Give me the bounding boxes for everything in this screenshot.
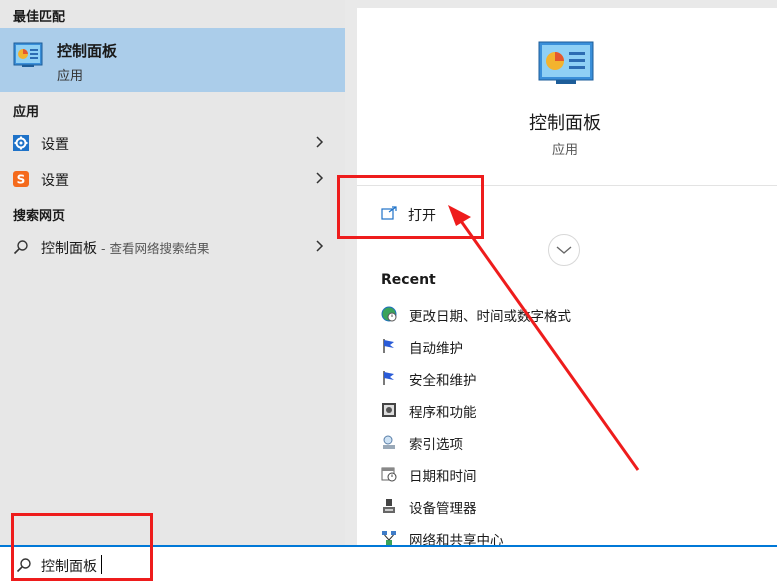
- network-icon: [382, 531, 396, 545]
- web-search-sublabel: - 查看网络搜索结果: [97, 241, 210, 256]
- best-match-subtitle: 应用: [57, 69, 84, 84]
- recent-item[interactable]: 程序和功能: [381, 399, 761, 423]
- chevron-right-icon[interactable]: [314, 170, 326, 186]
- sogou-s-icon: S: [13, 171, 29, 187]
- app-result-settings[interactable]: 设置: [0, 126, 345, 160]
- recent-item-label: 程序和功能: [409, 405, 477, 421]
- recent-item-label: 设备管理器: [409, 501, 477, 517]
- web-search-header: 搜索网页: [13, 209, 66, 224]
- results-panel: 最佳匹配 控制面板 应用 应用 设置 S 设置 搜索网页 控制面板 - 查看网络…: [0, 0, 345, 545]
- chevron-right-icon[interactable]: [314, 134, 326, 150]
- best-match-title: 控制面板: [57, 42, 118, 60]
- recent-item-label: 自动维护: [409, 341, 463, 357]
- control-panel-icon: [538, 41, 594, 84]
- recent-item-label: 索引选项: [409, 437, 463, 453]
- programs-icon: [382, 403, 396, 417]
- recent-item[interactable]: 日期和时间: [381, 463, 761, 487]
- web-search-query: 控制面板: [41, 241, 97, 257]
- recent-item-label: 日期和时间: [409, 469, 477, 485]
- indexing-icon: [383, 435, 395, 449]
- annotation-box-search: [11, 513, 153, 581]
- preview-app-title: 控制面板: [529, 113, 601, 134]
- recent-item-label: 安全和维护: [409, 373, 477, 389]
- apps-header: 应用: [13, 105, 40, 120]
- svg-text:S: S: [17, 173, 26, 187]
- recent-item[interactable]: 索引选项: [381, 431, 761, 455]
- device-manager-icon: [383, 499, 395, 513]
- app-result-label: 设置: [41, 173, 69, 189]
- calendar-clock-icon: [381, 467, 397, 482]
- best-match-item[interactable]: 控制面板 应用: [0, 28, 345, 92]
- app-result-label: 设置: [41, 137, 69, 153]
- preview-panel: 控制面板 应用 打开 Recent 更改日期、时间或数字格式 自动维护 安全和维…: [357, 8, 777, 549]
- control-panel-icon: [13, 42, 43, 67]
- chevron-right-icon[interactable]: [314, 238, 326, 254]
- best-match-header: 最佳匹配: [13, 10, 66, 25]
- search-icon: [13, 240, 28, 255]
- gear-icon: [13, 135, 29, 151]
- recent-item[interactable]: 更改日期、时间或数字格式: [381, 303, 761, 327]
- recent-item[interactable]: 自动维护: [381, 335, 761, 359]
- flag-icon: [383, 339, 394, 353]
- globe-clock-icon: [381, 306, 397, 322]
- recent-item[interactable]: 设备管理器: [381, 495, 761, 519]
- recent-item[interactable]: 安全和维护: [381, 367, 761, 391]
- preview-app-type: 应用: [551, 143, 578, 158]
- chevron-down-icon: [556, 246, 572, 254]
- annotation-box-open: [337, 175, 484, 239]
- app-result-settings-2[interactable]: S 设置: [0, 162, 345, 196]
- flag-icon: [383, 371, 394, 385]
- web-search-label: 控制面板 - 查看网络搜索结果: [41, 238, 209, 258]
- recent-item-label: 更改日期、时间或数字格式: [409, 309, 571, 325]
- web-search-result[interactable]: 控制面板 - 查看网络搜索结果: [0, 230, 345, 264]
- expand-button[interactable]: [548, 234, 580, 266]
- recent-header: Recent: [381, 272, 436, 288]
